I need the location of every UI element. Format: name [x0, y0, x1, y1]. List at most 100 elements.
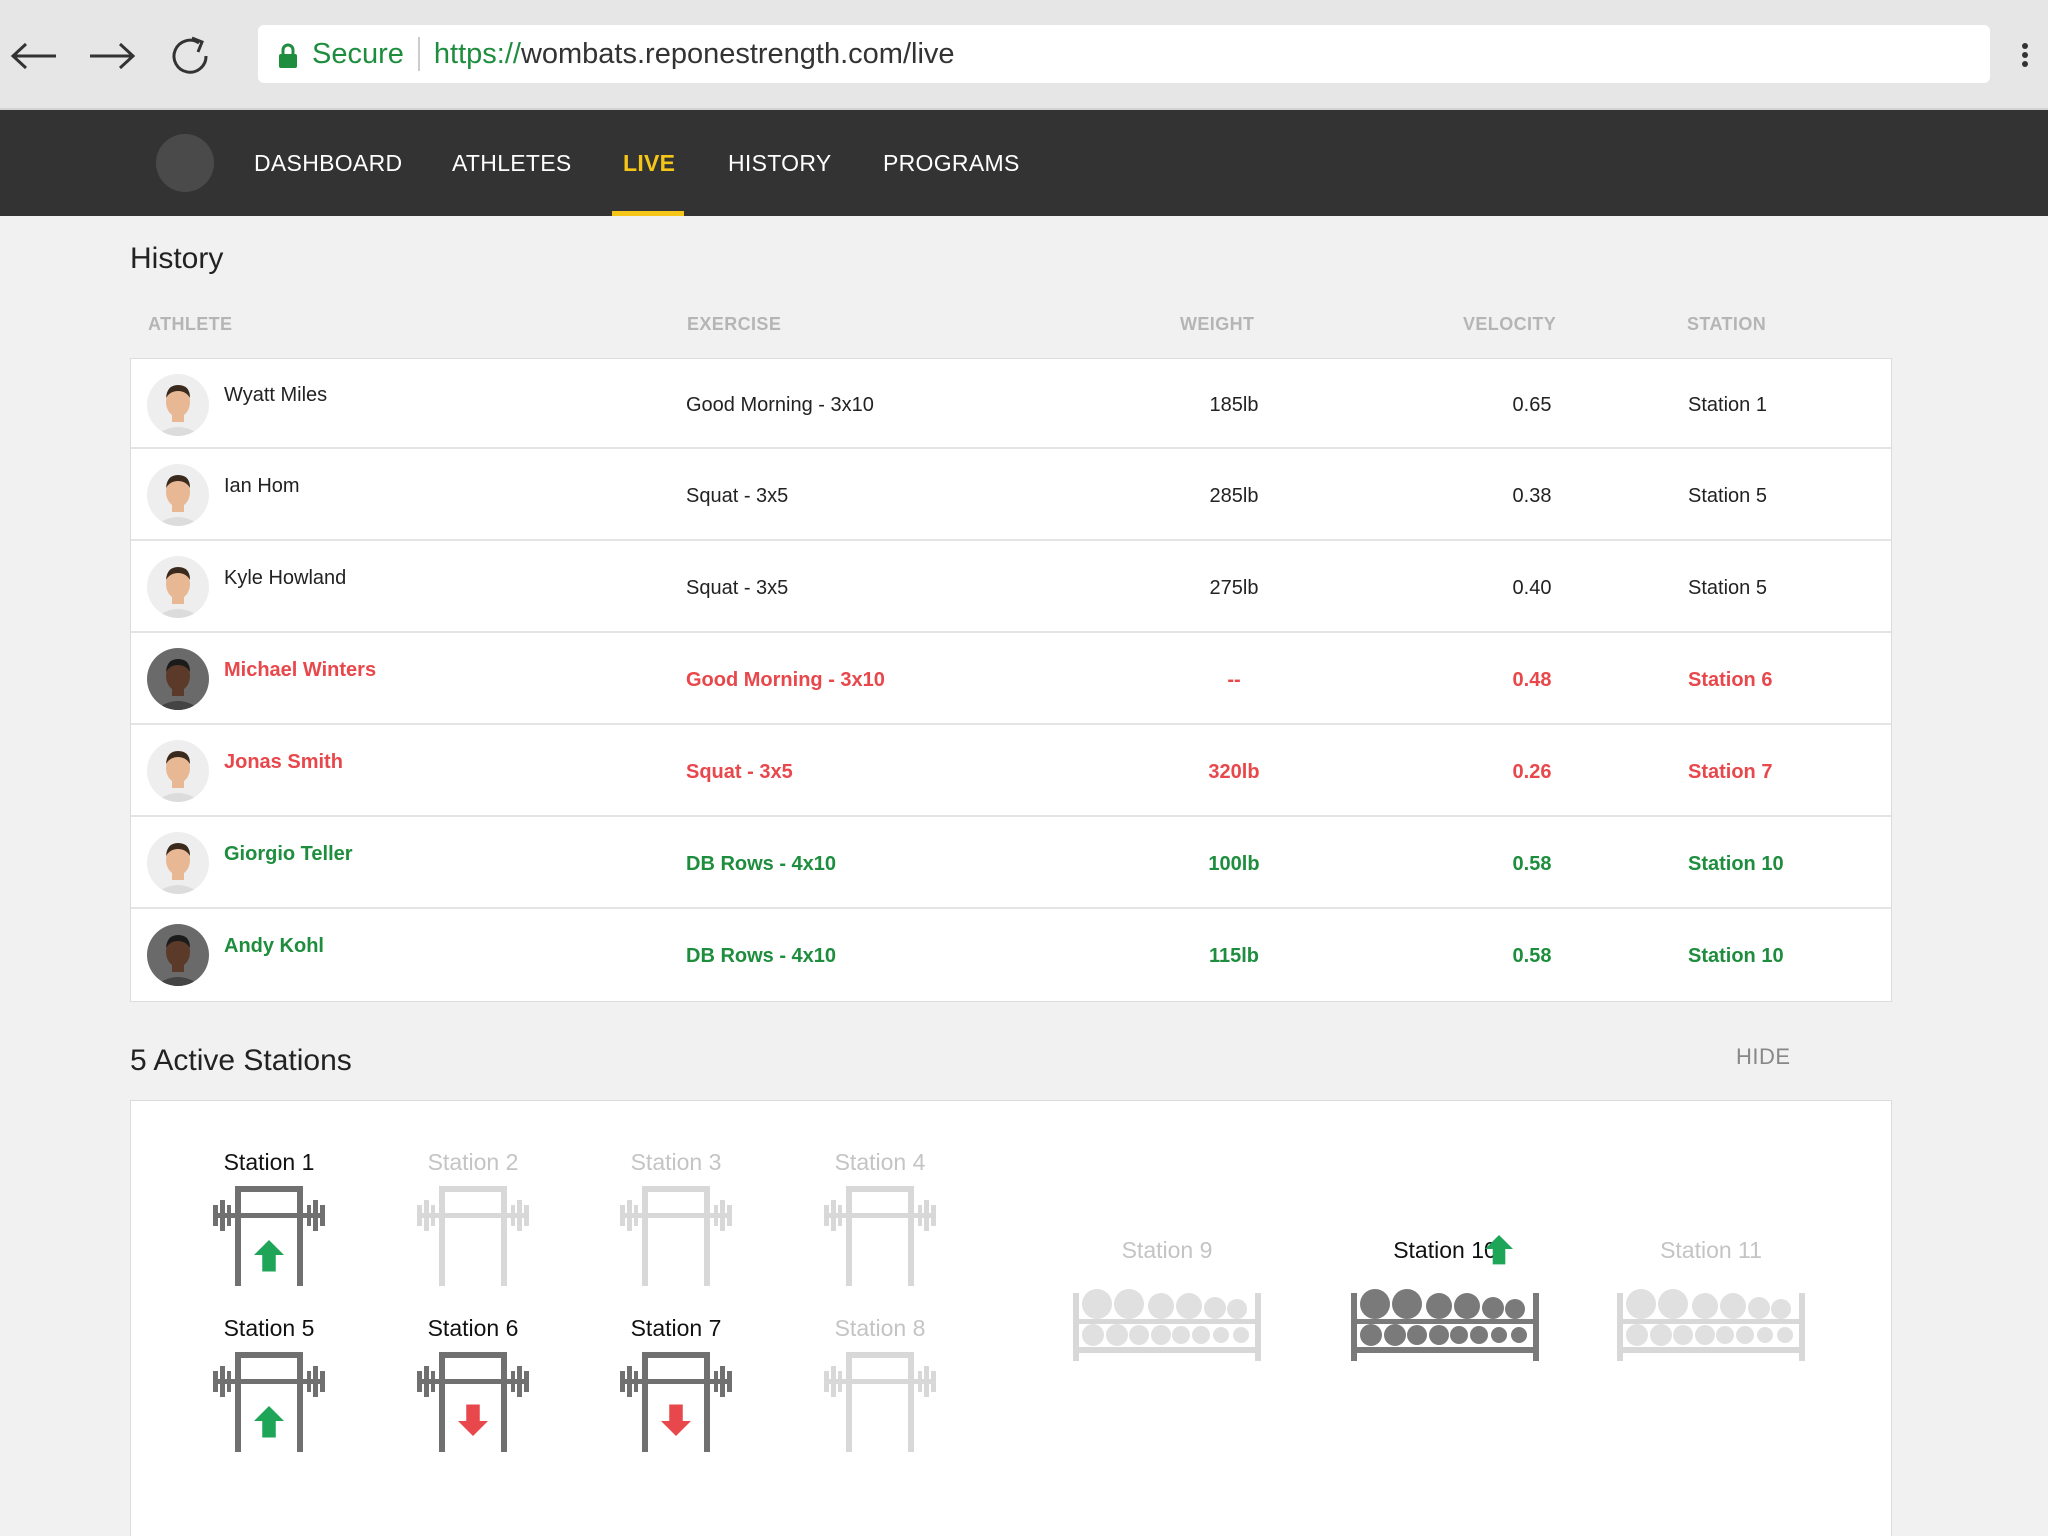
col-header-station: STATION: [1687, 314, 1767, 334]
nav-history[interactable]: HISTORY: [728, 110, 832, 216]
station-2-card[interactable]: Station 2: [413, 1149, 533, 1299]
col-header-exercise: EXERCISE: [687, 314, 782, 334]
athlete-name[interactable]: Michael Winters: [224, 659, 376, 682]
squat-rack-icon: [820, 1183, 940, 1292]
col-header-athlete: ATHLETE: [148, 314, 233, 334]
station-cell: Station 10: [1688, 945, 1784, 967]
dumbbell-rack-icon: [1071, 1279, 1263, 1366]
lock-icon: [278, 39, 300, 69]
avatar: [147, 832, 209, 894]
station-4-card[interactable]: Station 4: [820, 1149, 940, 1299]
table-row[interactable]: Andy Kohl DB Rows - 4x10 115lb 0.58 Station …: [131, 909, 1891, 1001]
exercise-cell: Good Morning - 3x10: [686, 669, 885, 691]
station-label: Station 7: [630, 1315, 722, 1341]
avatar: [147, 924, 209, 986]
table-row[interactable]: Michael Winters Good Morning - 3x10 -- 0.48…: [131, 633, 1891, 725]
stations-panel: Station 1 Station 2 Station 3 Station 4 Stat…: [130, 1100, 1892, 1536]
url-scheme: https://: [433, 37, 521, 70]
trend-up-icon: [254, 1240, 284, 1272]
station-8-card[interactable]: Station 8: [820, 1315, 940, 1465]
weight-cell: --: [1227, 669, 1241, 691]
col-header-weight: WEIGHT: [1180, 314, 1255, 334]
athlete-name[interactable]: Wyatt Miles: [224, 384, 327, 407]
exercise-cell: Squat - 3x5: [686, 577, 789, 599]
history-title: History: [130, 242, 224, 275]
station-label: Station 9: [1121, 1237, 1213, 1263]
table-row[interactable]: Giorgio Teller DB Rows - 4x10 100lb 0.58 Sta…: [131, 817, 1891, 909]
station-label: Station 5: [223, 1315, 315, 1341]
hide-stations-button[interactable]: HIDE: [1736, 1044, 1791, 1070]
squat-rack-icon: [209, 1183, 329, 1292]
trend-up-icon: [254, 1406, 284, 1438]
table-row[interactable]: Wyatt Miles Good Morning - 3x10 185lb 0.65 S…: [131, 359, 1891, 449]
weight-cell: 185lb: [1209, 394, 1259, 416]
station-label: Station 1: [223, 1149, 315, 1175]
address-bar[interactable]: Secure https:// wombats.reponestrength.c…: [258, 25, 1990, 83]
arrow-right-icon: [90, 42, 136, 70]
nav-live[interactable]: LIVE: [623, 110, 675, 216]
station-6-card[interactable]: Station 6: [413, 1315, 533, 1465]
history-table: Wyatt Miles Good Morning - 3x10 185lb 0.65 S…: [130, 358, 1892, 1002]
table-row[interactable]: Kyle Howland Squat - 3x5 275lb 0.40 Station …: [131, 541, 1891, 633]
station-label: Station 8: [834, 1315, 926, 1341]
velocity-cell: 0.58: [1512, 853, 1552, 875]
station-3-card[interactable]: Station 3: [616, 1149, 736, 1299]
table-row[interactable]: Ian Hom Squat - 3x5 285lb 0.38 Station 5: [131, 449, 1891, 541]
squat-rack-icon: [209, 1349, 329, 1458]
weight-cell: 275lb: [1209, 577, 1259, 599]
address-divider: [417, 37, 420, 71]
athlete-name[interactable]: Kyle Howland: [224, 567, 346, 590]
exercise-cell: Squat - 3x5: [686, 485, 789, 507]
forward-button[interactable]: [84, 28, 140, 84]
athlete-name[interactable]: Giorgio Teller: [224, 843, 353, 866]
trend-up-icon: [1483, 1233, 1515, 1274]
station-9-card[interactable]: Station 9: [1071, 1237, 1263, 1361]
nav-programs[interactable]: PROGRAMS: [883, 110, 1020, 216]
exercise-cell: Good Morning - 3x10: [686, 394, 874, 416]
station-cell: Station 10: [1688, 853, 1784, 875]
station-1-card[interactable]: Station 1: [209, 1149, 329, 1299]
athlete-name[interactable]: Ian Hom: [224, 475, 300, 498]
station-label: Station 6: [427, 1315, 519, 1341]
station-label: Station 3: [630, 1149, 722, 1175]
weight-cell: 285lb: [1209, 485, 1259, 507]
table-row[interactable]: Jonas Smith Squat - 3x5 320lb 0.26 Station 7: [131, 725, 1891, 817]
squat-rack-icon: [616, 1183, 736, 1292]
nav-dashboard[interactable]: DASHBOARD: [254, 110, 402, 216]
nav-athletes[interactable]: ATHLETES: [452, 110, 572, 216]
station-label: Station 2: [427, 1149, 519, 1175]
avatar: [147, 374, 209, 436]
station-cell: Station 5: [1688, 577, 1767, 599]
secure-label: Secure: [312, 37, 404, 70]
exercise-cell: Squat - 3x5: [686, 761, 793, 783]
station-5-card[interactable]: Station 5: [209, 1315, 329, 1465]
weight-cell: 115lb: [1208, 945, 1260, 967]
athlete-name[interactable]: Andy Kohl: [224, 935, 324, 958]
dumbbell-rack-icon: [1349, 1279, 1541, 1366]
back-button[interactable]: [6, 28, 62, 84]
exercise-cell: DB Rows - 4x10: [686, 853, 837, 875]
col-header-velocity: VELOCITY: [1463, 314, 1557, 334]
app-logo[interactable]: [156, 134, 214, 192]
station-label: Station 11: [1660, 1237, 1762, 1263]
trend-down-icon: [661, 1404, 691, 1436]
station-cell: Station 1: [1688, 394, 1767, 416]
station-cell: Station 7: [1688, 761, 1773, 783]
station-cell: Station 5: [1688, 485, 1767, 507]
reload-button[interactable]: [162, 28, 218, 84]
velocity-cell: 0.58: [1512, 945, 1552, 967]
athlete-name[interactable]: Jonas Smith: [224, 751, 343, 774]
weight-cell: 100lb: [1208, 853, 1260, 875]
squat-rack-icon: [413, 1349, 533, 1458]
squat-rack-icon: [413, 1183, 533, 1292]
reload-icon: [172, 36, 208, 74]
arrow-left-icon: [10, 42, 56, 70]
station-10-card[interactable]: Station 10: [1349, 1235, 1541, 1361]
kebab-menu-icon[interactable]: [2010, 40, 2040, 70]
trend-down-icon: [458, 1404, 488, 1436]
station-11-card[interactable]: Station 11: [1615, 1237, 1807, 1361]
velocity-cell: 0.26: [1512, 761, 1552, 783]
station-7-card[interactable]: Station 7: [616, 1315, 736, 1465]
avatar: [147, 464, 209, 526]
avatar: [147, 648, 209, 710]
